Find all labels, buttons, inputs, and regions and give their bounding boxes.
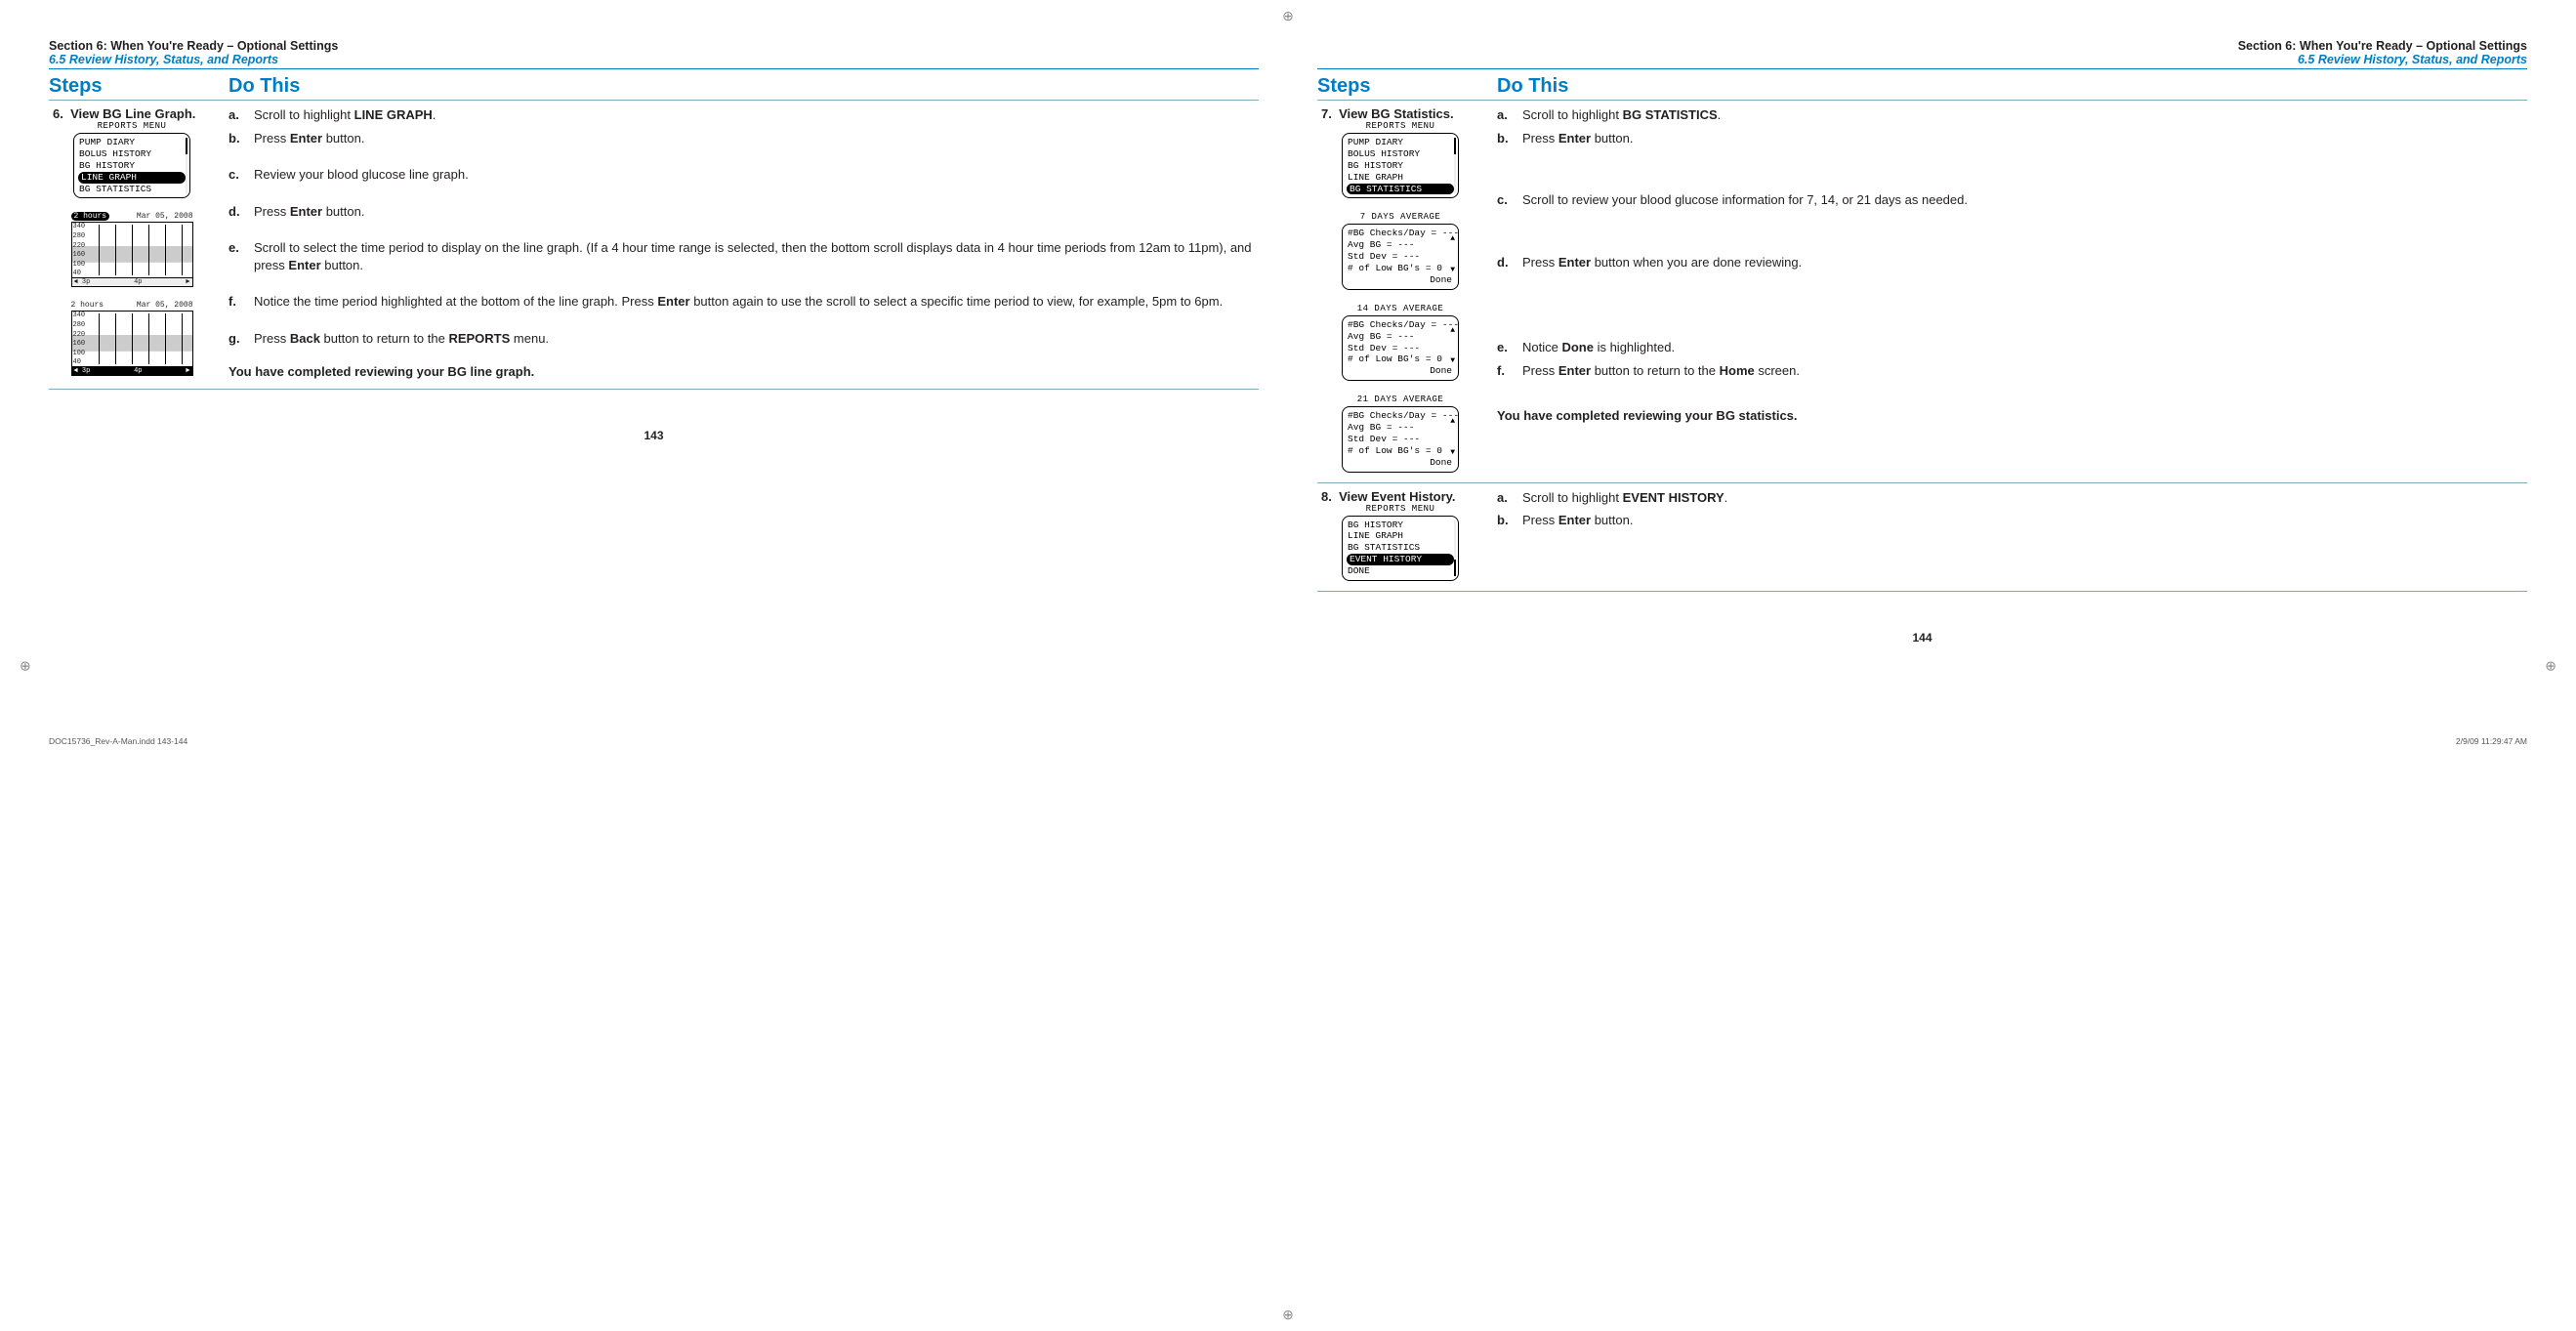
device-screen-line-graph-selected: 2 hours Mar 05, 2008 340 280 220 160 100 [71, 301, 193, 376]
page-right: Section 6: When You're Ready – Optional … [1317, 39, 2527, 723]
completion-text: You have completed reviewing your BG lin… [229, 364, 1259, 379]
device-screen-reports-menu: REPORTS MENU PUMP DIARY BOLUS HISTORY BG… [1342, 121, 1459, 198]
print-footer: DOC15736_Rev-A-Man.indd 143-144 2/9/09 1… [0, 732, 2576, 756]
completion-text: You have completed reviewing your BG sta… [1497, 408, 2527, 423]
page-header: Section 6: When You're Ready – Optional … [1317, 39, 2527, 69]
substep-letter: a. [229, 106, 248, 124]
column-header-dothis: Do This [229, 75, 1259, 100]
page-left: Section 6: When You're Ready – Optional … [49, 39, 1259, 723]
device-screen-14day-average: 14 DAYS AVERAGE ▲▼ #BG Checks/Day = --- … [1342, 304, 1459, 381]
device-screen-7day-average: 7 DAYS AVERAGE ▲▼ #BG Checks/Day = --- A… [1342, 212, 1459, 289]
footer-timestamp: 2/9/09 11:29:47 AM [2456, 736, 2527, 746]
page-header: Section 6: When You're Ready – Optional … [49, 39, 1259, 69]
device-screen-line-graph: 2 hours Mar 05, 2008 340 280 220 160 100 [71, 212, 193, 287]
page-number: 144 [1317, 631, 2527, 645]
step-label: 7. View BG Statistics. [1317, 106, 1483, 121]
column-header-steps: Steps [49, 75, 215, 100]
page-number: 143 [49, 429, 1259, 442]
step-label: 8. View Event History. [1317, 489, 1483, 504]
step-label: 6. View BG Line Graph. [49, 106, 215, 121]
device-screen-reports-menu: REPORTS MENU BG HISTORY LINE GRAPH BG ST… [1342, 504, 1459, 581]
section-subtitle: 6.5 Review History, Status, and Reports [49, 53, 1259, 66]
footer-filename: DOC15736_Rev-A-Man.indd 143-144 [49, 736, 187, 746]
device-screen-21day-average: 21 DAYS AVERAGE ▲▼ #BG Checks/Day = --- … [1342, 395, 1459, 472]
section-title: Section 6: When You're Ready – Optional … [49, 39, 1259, 53]
registration-mark-icon: ⊕ [1282, 1307, 1294, 1323]
device-screen-reports-menu: REPORTS MENU PUMP DIARY BOLUS HISTORY BG… [73, 121, 190, 198]
substep-text: Scroll to highlight LINE GRAPH. [254, 106, 1259, 124]
